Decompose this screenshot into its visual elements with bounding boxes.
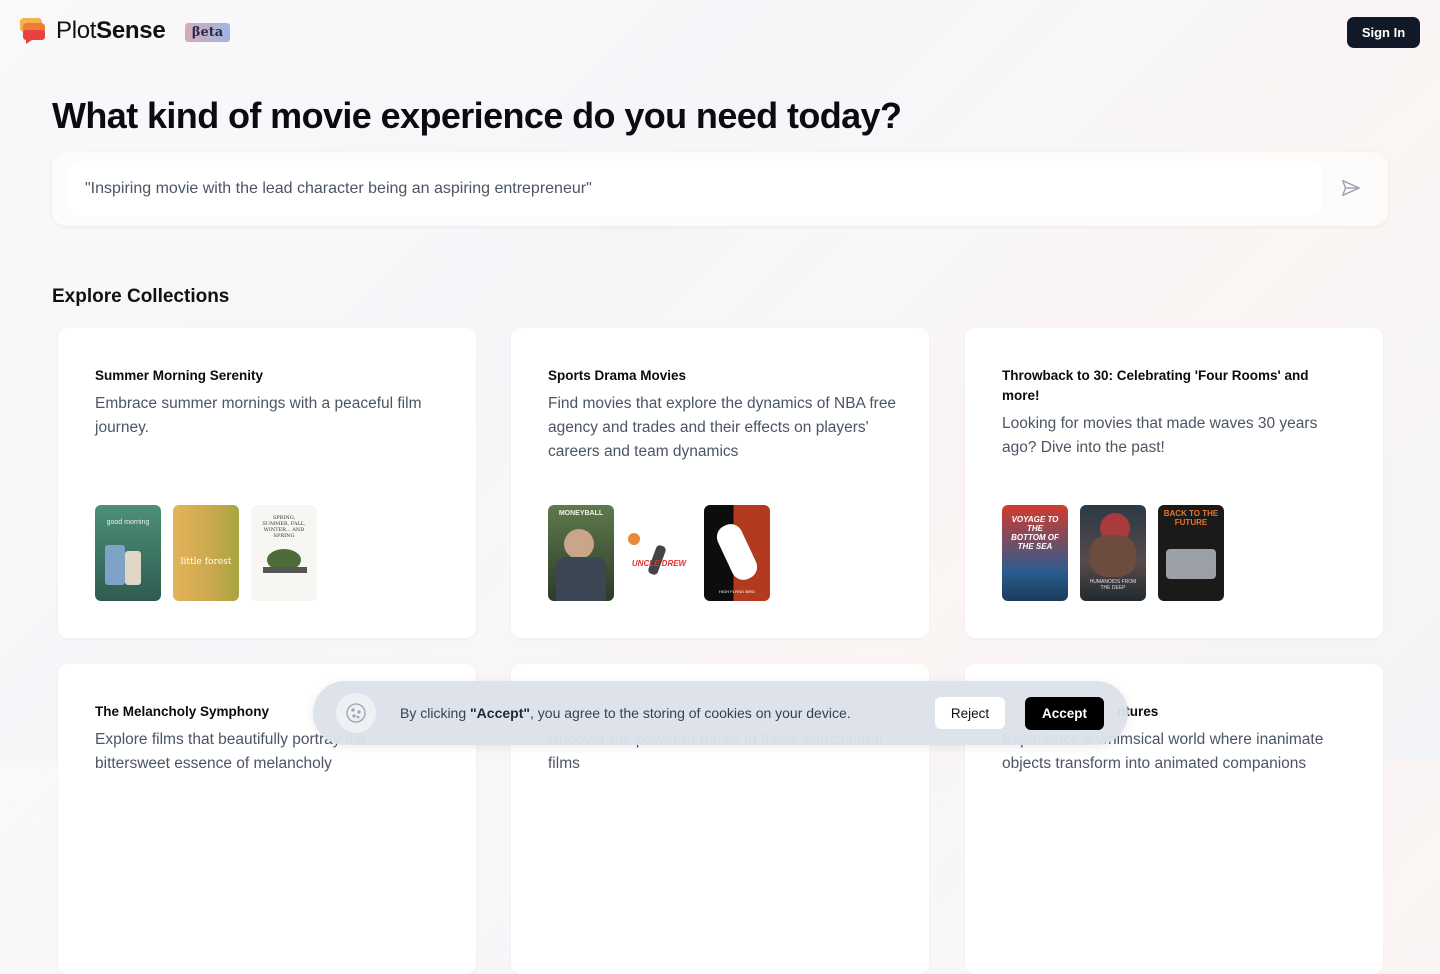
accept-cookies-button[interactable]: Accept (1025, 697, 1104, 730)
collection-card-sports-drama-movies[interactable]: Sports Drama Movies Find movies that exp… (511, 328, 929, 638)
search-container (52, 152, 1388, 226)
movie-poster[interactable]: MONEYBALL (548, 505, 614, 601)
poster-title: HIGH FLYING BIRD (719, 589, 755, 594)
collection-title: ntures (1117, 704, 1159, 719)
cookie-consent-banner: By clicking "Accept", you agree to the s… (313, 681, 1128, 745)
cookie-message: By clicking "Accept", you agree to the s… (400, 705, 851, 721)
poster-title: good morning (106, 519, 150, 526)
poster-title: UNCLE DREW (631, 559, 687, 568)
cookie-icon (336, 693, 376, 733)
poster-title: MONEYBALL (558, 510, 604, 517)
movie-poster[interactable]: HIGH FLYING BIRD (704, 505, 770, 601)
poster-title: SPRING, SUMMER, FALL, WINTER... AND SPRI… (262, 515, 306, 539)
collection-title: Throwback to 30: Celebrating 'Four Rooms… (1002, 368, 1309, 403)
collection-title: Sports Drama Movies (548, 368, 687, 383)
movie-poster[interactable]: little forest (173, 505, 239, 601)
movie-poster[interactable]: good morning (95, 505, 161, 601)
poster-title: little forest (180, 557, 232, 567)
collection-title: Summer Morning Serenity (95, 368, 264, 383)
send-icon (1342, 179, 1360, 197)
collection-card-summer-morning-serenity[interactable]: Summer Morning Serenity Embrace summer m… (58, 328, 476, 638)
collection-description: Looking for movies that made waves 30 ye… (1002, 415, 1318, 456)
brand-name[interactable]: PlotSense (56, 17, 166, 45)
poster-row: good morning little forest SPRING, SUMME… (95, 505, 317, 601)
brand-name-bold: Sense (96, 17, 166, 44)
cookie-message-prefix: By clicking (400, 705, 471, 721)
movie-poster[interactable]: SPRING, SUMMER, FALL, WINTER... AND SPRI… (251, 505, 317, 601)
poster-title: HUMANOIDS FROM THE DEEP (1089, 579, 1137, 591)
movie-poster[interactable]: HUMANOIDS FROM THE DEEP (1080, 505, 1146, 601)
collection-description: Find movies that explore the dynamics of… (548, 395, 897, 460)
brand-name-plain: Plot (56, 17, 97, 44)
poster-title: VOYAGE TO THE BOTTOM OF THE SEA (1011, 515, 1059, 551)
collection-description: Embrace summer mornings with a peaceful … (95, 395, 422, 436)
sign-in-button[interactable]: Sign In (1347, 17, 1420, 48)
top-header: PlotSense βeta Sign In (0, 0, 1440, 64)
search-input[interactable] (69, 161, 1323, 216)
send-button[interactable] (1339, 176, 1363, 200)
section-title-explore-collections: Explore Collections (52, 286, 230, 307)
movie-poster[interactable]: VOYAGE TO THE BOTTOM OF THE SEA (1002, 505, 1068, 601)
beta-badge: βeta (185, 23, 230, 42)
cookie-message-suffix: , you agree to the storing of cookies on… (530, 705, 851, 721)
movie-poster[interactable]: BACK TO THE FUTURE (1158, 505, 1224, 601)
page-title: What kind of movie experience do you nee… (52, 95, 902, 136)
reject-cookies-button[interactable]: Reject (935, 697, 1005, 729)
poster-row: VOYAGE TO THE BOTTOM OF THE SEA HUMANOID… (1002, 505, 1224, 601)
cookie-message-accept: "Accept" (470, 705, 530, 721)
collection-card-throwback-to-30[interactable]: Throwback to 30: Celebrating 'Four Rooms… (965, 328, 1383, 638)
poster-row: MONEYBALL UNCLE DREW HIGH FLYING BIRD (548, 505, 770, 601)
movie-poster[interactable]: UNCLE DREW (626, 505, 692, 601)
poster-title: BACK TO THE FUTURE (1163, 509, 1219, 527)
plotsense-logo-icon[interactable] (20, 18, 46, 44)
